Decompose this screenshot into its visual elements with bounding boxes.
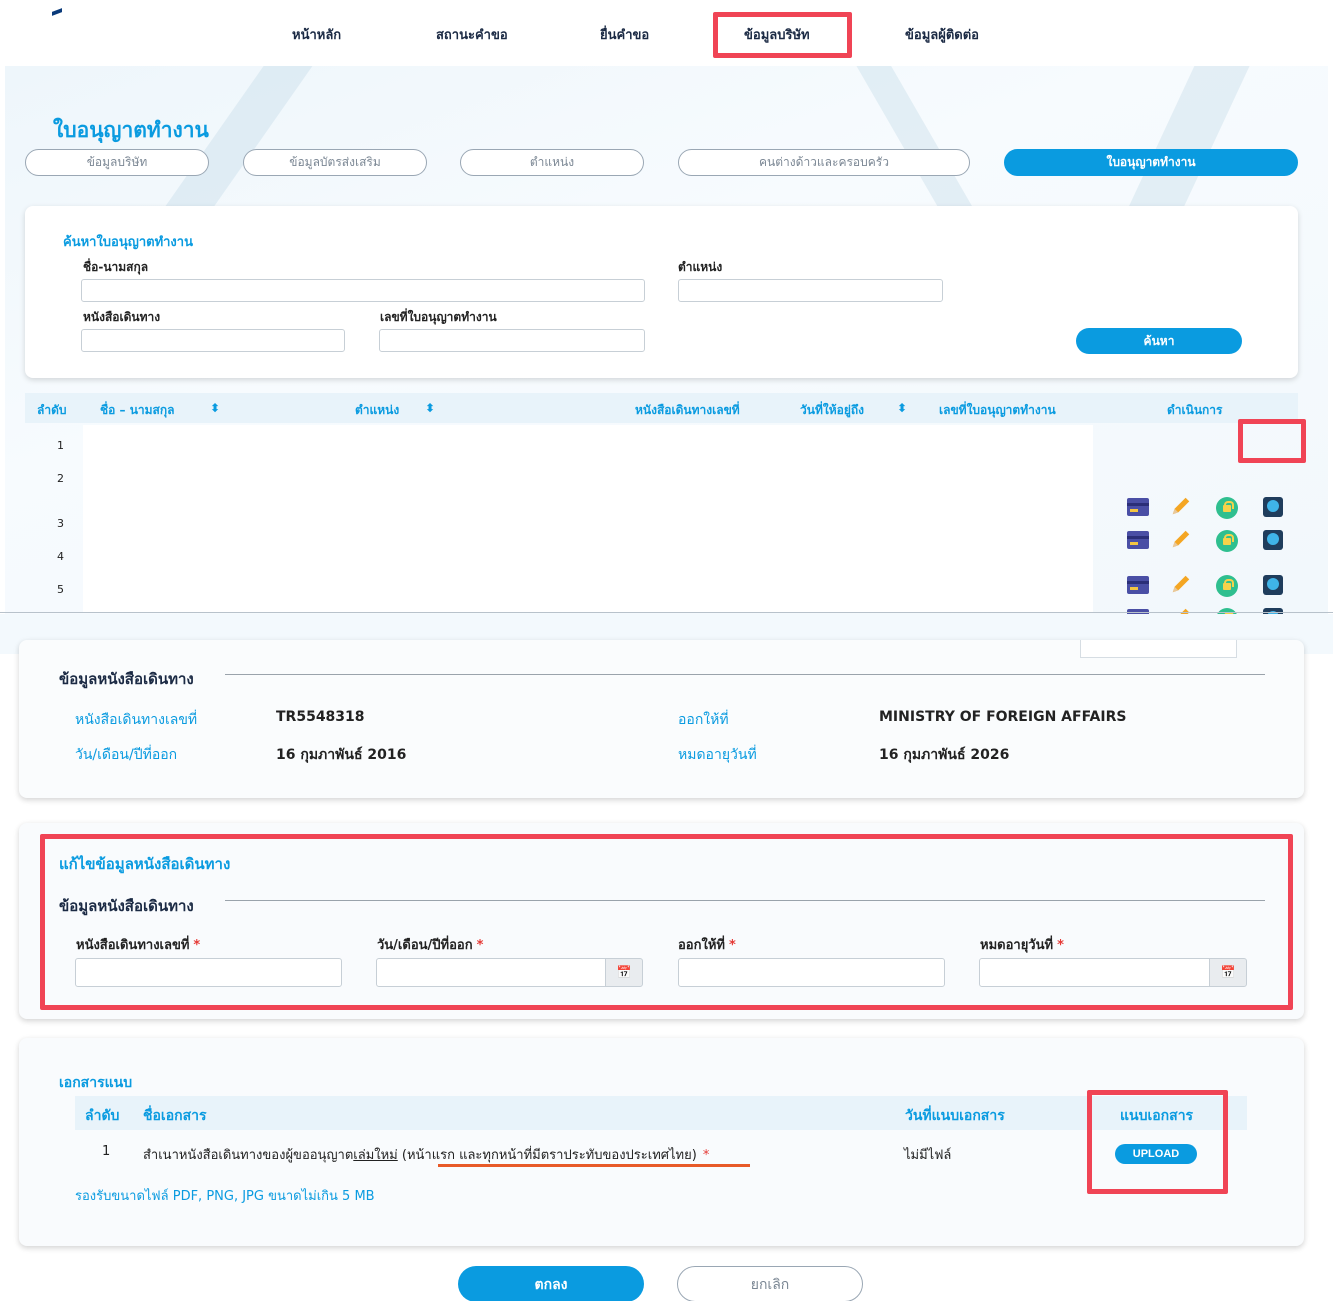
doc-name: สำเนาหนังสือเดินทางของผู้ขออนุญาตเล่มใหม…	[143, 1148, 710, 1163]
work-permit-section: ใบอนุญาตทำงาน ข้อมูลบริษัท ข้อมูลบัตรส่ง…	[5, 66, 1328, 614]
lock-icon[interactable]	[1216, 497, 1238, 519]
passport-info-card: ข้อมูลหนังสือเดินทาง หนังสือเดินทางเลขที…	[19, 640, 1304, 798]
row-number: 1	[57, 439, 64, 452]
col-doc-name: ชื่อเอกสาร	[143, 1108, 207, 1124]
attachments-table-header: ลำดับ ชื่อเอกสาร วันที่แนบเอกสาร แนบเอกส…	[75, 1096, 1247, 1130]
rows-area	[83, 425, 1093, 612]
issued-by-label: ออกให้ที่	[678, 712, 729, 728]
tab-company-info[interactable]: ข้อมูลบริษัท	[25, 149, 209, 176]
highlight-upload	[1087, 1090, 1228, 1194]
nav-submit-request[interactable]: ยื่นคำขอ	[600, 24, 649, 45]
row-number: 2	[57, 472, 64, 485]
file-size-note: รองรับขนาดไฟล์ PDF, PNG, JPG ขนาดไม่เกิน…	[75, 1189, 375, 1204]
col-actions: ดำเนินการ	[1167, 403, 1223, 417]
pencil-icon[interactable]	[1169, 573, 1193, 595]
expiry-label: หมดอายุวันที่	[678, 747, 757, 763]
nav-home[interactable]: หน้าหลัก	[292, 24, 341, 45]
issue-date-value: 16 กุมภาพันธ์ 2016	[276, 747, 407, 763]
position-input[interactable]	[678, 279, 943, 302]
name-input[interactable]	[81, 279, 645, 302]
tab-promotion-card[interactable]: ข้อมูลบัตรส่งเสริม	[243, 149, 427, 176]
sort-icon[interactable]: ⬍	[425, 401, 435, 415]
results-table: ลำดับ ชื่อ – นามสกุล ⬍ ตำแหน่ง ⬍ หนังสือ…	[25, 393, 1298, 614]
attachments-title: เอกสารแนบ	[59, 1075, 133, 1091]
annotation-underline	[438, 1164, 750, 1167]
passport-icon[interactable]	[1263, 575, 1283, 595]
highlight-passport-action	[1238, 419, 1306, 463]
tab-position[interactable]: ตำแหน่ง	[460, 149, 644, 176]
lock-icon[interactable]	[1216, 575, 1238, 597]
tab-work-permit[interactable]: ใบอนุญาตทำงาน	[1004, 149, 1298, 176]
lock-icon[interactable]	[1216, 530, 1238, 552]
passport-icon[interactable]	[1263, 530, 1283, 550]
col-permit-no: เลขที่ใบอนุญาตทำงาน	[939, 403, 1056, 417]
row-number: 3	[57, 517, 64, 530]
passport-input[interactable]	[81, 329, 345, 352]
search-card: ค้นหาใบอนุญาตทำงาน ชื่อ-นามสกุล ตำแหน่ง …	[25, 206, 1298, 378]
pencil-icon[interactable]	[1169, 495, 1193, 517]
highlight-edit-passport	[40, 834, 1293, 1010]
col-position[interactable]: ตำแหน่ง	[355, 401, 399, 420]
col-valid-until[interactable]: วันที่ให้อยู่ถึง	[800, 401, 864, 420]
logo	[52, 8, 62, 16]
card-icon[interactable]	[1127, 576, 1149, 594]
row-number: 4	[57, 550, 64, 563]
cancel-button[interactable]: ยกเลิก	[677, 1266, 863, 1301]
row-number: 5	[57, 583, 64, 596]
tab-foreigners-family[interactable]: คนต่างด้าวและครอบครัว	[678, 149, 970, 176]
issued-by-value: MINISTRY OF FOREIGN AFFAIRS	[879, 709, 1127, 725]
card-icon[interactable]	[1127, 531, 1149, 549]
nav-contact-info[interactable]: ข้อมูลผู้ติดต่อ	[905, 24, 979, 45]
col-passport-no: หนังสือเดินทางเลขที่	[635, 403, 740, 417]
permit-number-input[interactable]	[379, 329, 645, 352]
card-icon[interactable]	[1127, 498, 1149, 516]
col-name[interactable]: ชื่อ – นามสกุล	[100, 401, 175, 420]
name-label: ชื่อ-นามสกุล	[83, 260, 149, 274]
nav-request-status[interactable]: สถานะคำขอ	[436, 24, 508, 45]
ok-button[interactable]: ตกลง	[458, 1266, 644, 1301]
sort-icon[interactable]: ⬍	[210, 401, 220, 415]
col-attached-date: วันที่แนบเอกสาร	[905, 1108, 1005, 1124]
permit-number-label: เลขที่ใบอนุญาตทำงาน	[380, 310, 497, 324]
top-navbar: หน้าหลัก สถานะคำขอ ยื่นคำขอ ข้อมูลบริษัท…	[0, 0, 1333, 66]
sort-icon[interactable]: ⬍	[897, 401, 907, 415]
passport-no-label: หนังสือเดินทางเลขที่	[75, 712, 198, 728]
issue-date-label: วัน/เดือน/ปีที่ออก	[75, 747, 178, 763]
highlight-nav-company-info	[713, 12, 852, 58]
position-label: ตำแหน่ง	[678, 260, 723, 274]
search-title: ค้นหาใบอนุญาตทำงาน	[63, 235, 193, 250]
doc-row-number: 1	[102, 1144, 111, 1159]
pencil-icon[interactable]	[1169, 528, 1193, 550]
results-table-header: ลำดับ ชื่อ – นามสกุล ⬍ ตำแหน่ง ⬍ หนังสือ…	[25, 393, 1298, 423]
passport-label: หนังสือเดินทาง	[83, 310, 161, 324]
passport-icon[interactable]	[1263, 497, 1283, 517]
page-title: ใบอนุญาตทำงาน	[53, 118, 209, 142]
passport-info-title: ข้อมูลหนังสือเดินทาง	[59, 667, 194, 691]
passport-no-value: TR5548318	[276, 709, 365, 725]
doc-attached-date: ไม่มีไฟล์	[904, 1148, 952, 1163]
divider	[0, 612, 1333, 613]
section-line	[225, 674, 1265, 675]
cropped-field	[1080, 640, 1237, 658]
col-no: ลำดับ	[37, 403, 67, 417]
search-button[interactable]: ค้นหา	[1076, 328, 1242, 354]
expiry-value: 16 กุมภาพันธ์ 2026	[879, 747, 1010, 763]
col-no: ลำดับ	[85, 1108, 120, 1124]
